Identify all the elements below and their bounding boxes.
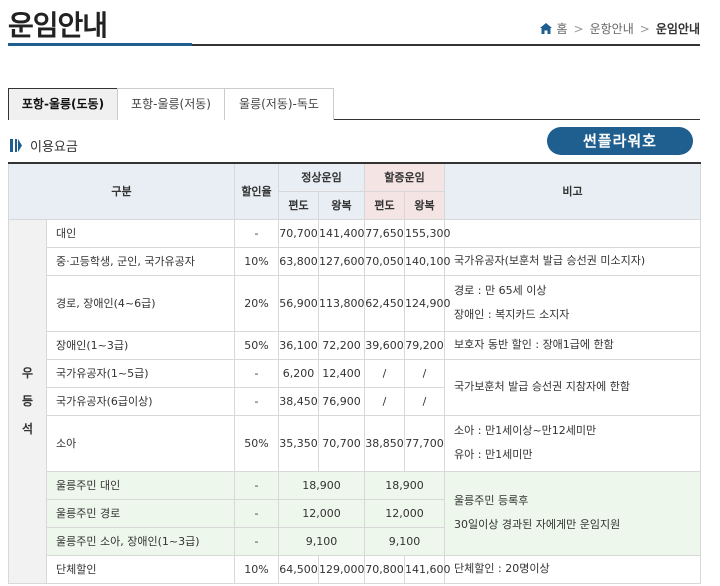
header-category: 구분 bbox=[8, 162, 235, 220]
section-heading: 이용요금 bbox=[10, 136, 78, 155]
table-row: 우등석 대인 - 70,700 141,400 77,650 155,300 bbox=[8, 218, 702, 584]
tab-pohang-ulleung-dodong[interactable]: 포항-울릉(도동) bbox=[8, 88, 118, 120]
header-normal-oneway: 편도 bbox=[278, 190, 319, 220]
header-surcharge-oneway: 편도 bbox=[364, 190, 406, 220]
table-row: 국가유공자(1~5급) - 6,200 12,400 / / 국가보훈처 발급 … bbox=[9, 358, 702, 416]
chevron-right-icon: > bbox=[639, 21, 650, 36]
breadcrumb-current: 운임안내 bbox=[655, 22, 700, 36]
header-normal-fare: 정상운임 bbox=[277, 162, 366, 192]
tab-ulleung-dokdo[interactable]: 울릉(저동)-독도 bbox=[224, 88, 334, 120]
page-title: 운임안내 bbox=[8, 9, 108, 42]
breadcrumb-home[interactable]: 홈 bbox=[556, 20, 567, 37]
table-row: 소아 50% 35,350 70,700 38,850 77,700 소아 : … bbox=[9, 414, 702, 472]
ship-sunflower-button[interactable]: 썬플라워호 bbox=[547, 127, 693, 155]
tab-pohang-ulleung-jeodong[interactable]: 포항-울릉(저동) bbox=[117, 88, 225, 120]
breadcrumb: 홈 > 운항안내 > 운임안내 bbox=[540, 20, 700, 37]
table-row: 단체할인 10% 64,500 129,000 70,800 141,600 단… bbox=[9, 554, 702, 584]
seat-class-label: 우등석 bbox=[8, 218, 47, 584]
home-icon[interactable] bbox=[540, 23, 553, 34]
header-surcharge-roundtrip: 왕복 bbox=[404, 190, 446, 220]
fare-table: 구분 할인율 정상운임 할증운임 비고 편도 왕복 편도 왕복 우등석 대인 -… bbox=[8, 162, 702, 584]
table-row: 경로, 장애인(4~6급) 20% 56,900 113,800 62,450 … bbox=[9, 274, 702, 332]
chevron-right-icon: > bbox=[573, 21, 584, 36]
table-row: 중·고등학생, 군인, 국가유공자 10% 63,800 127,600 70,… bbox=[9, 246, 702, 276]
header-surcharge-fare: 할증운임 bbox=[364, 162, 446, 192]
header-normal-roundtrip: 왕복 bbox=[317, 190, 366, 220]
route-tabs: 포항-울릉(도동) 포항-울릉(저동) 울릉(저동)-독도 bbox=[8, 88, 700, 120]
table-row: 장애인(1~3급) 50% 36,100 72,200 39,600 79,20… bbox=[9, 330, 702, 360]
header-remarks: 비고 bbox=[444, 162, 702, 220]
breadcrumb-level1[interactable]: 운항안내 bbox=[590, 20, 634, 37]
table-row: 울릉주민 대인 - 18,900 18,900 울릉주민 등록후 30일이상 경과… bbox=[9, 470, 702, 556]
header-discount: 할인율 bbox=[234, 162, 279, 220]
section-title: 이용요금 bbox=[30, 140, 78, 155]
title-divider bbox=[8, 43, 700, 46]
section-bullet-icon bbox=[10, 139, 22, 152]
